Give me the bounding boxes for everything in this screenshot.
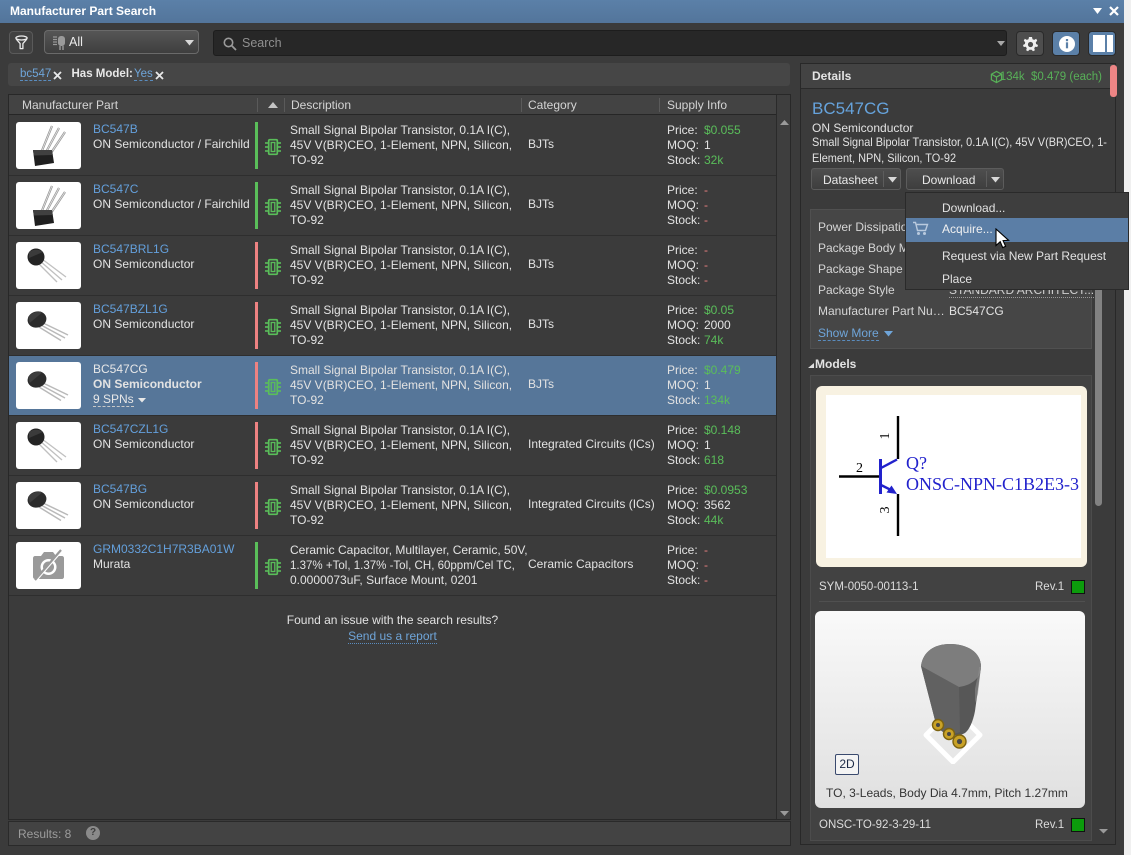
svg-text:3: 3 bbox=[878, 507, 893, 514]
svg-text:ONSC-NPN-C1B2E3-3: ONSC-NPN-C1B2E3-3 bbox=[906, 474, 1079, 494]
svg-text:Q?: Q? bbox=[906, 453, 927, 473]
svg-text:2: 2 bbox=[856, 461, 863, 476]
svg-text:1: 1 bbox=[878, 433, 893, 440]
